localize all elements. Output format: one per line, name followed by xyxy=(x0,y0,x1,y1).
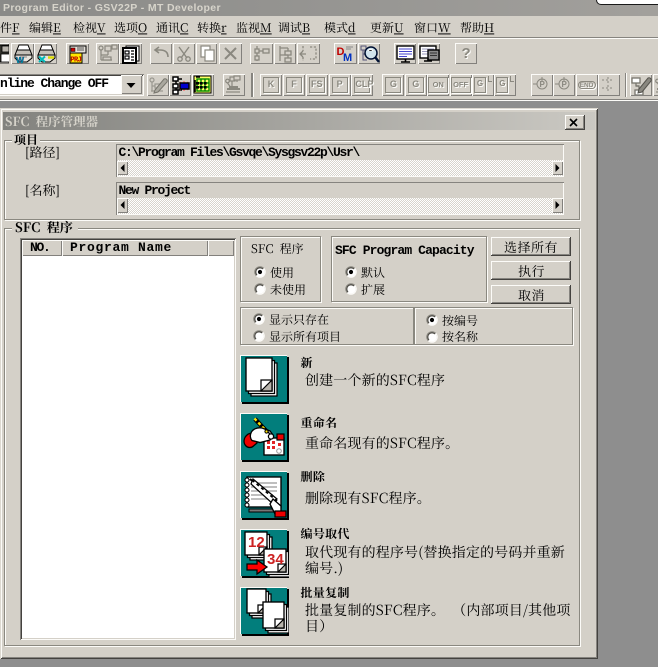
svg-text:34: 34 xyxy=(267,551,284,568)
svg-text:PRJ: PRJ xyxy=(70,56,81,63)
svg-text:P: P xyxy=(539,80,545,89)
svg-text:P: P xyxy=(562,80,568,89)
svg-text:W: W xyxy=(16,55,25,64)
svg-text:12: 12 xyxy=(248,534,265,551)
svg-text:M: M xyxy=(343,52,352,64)
